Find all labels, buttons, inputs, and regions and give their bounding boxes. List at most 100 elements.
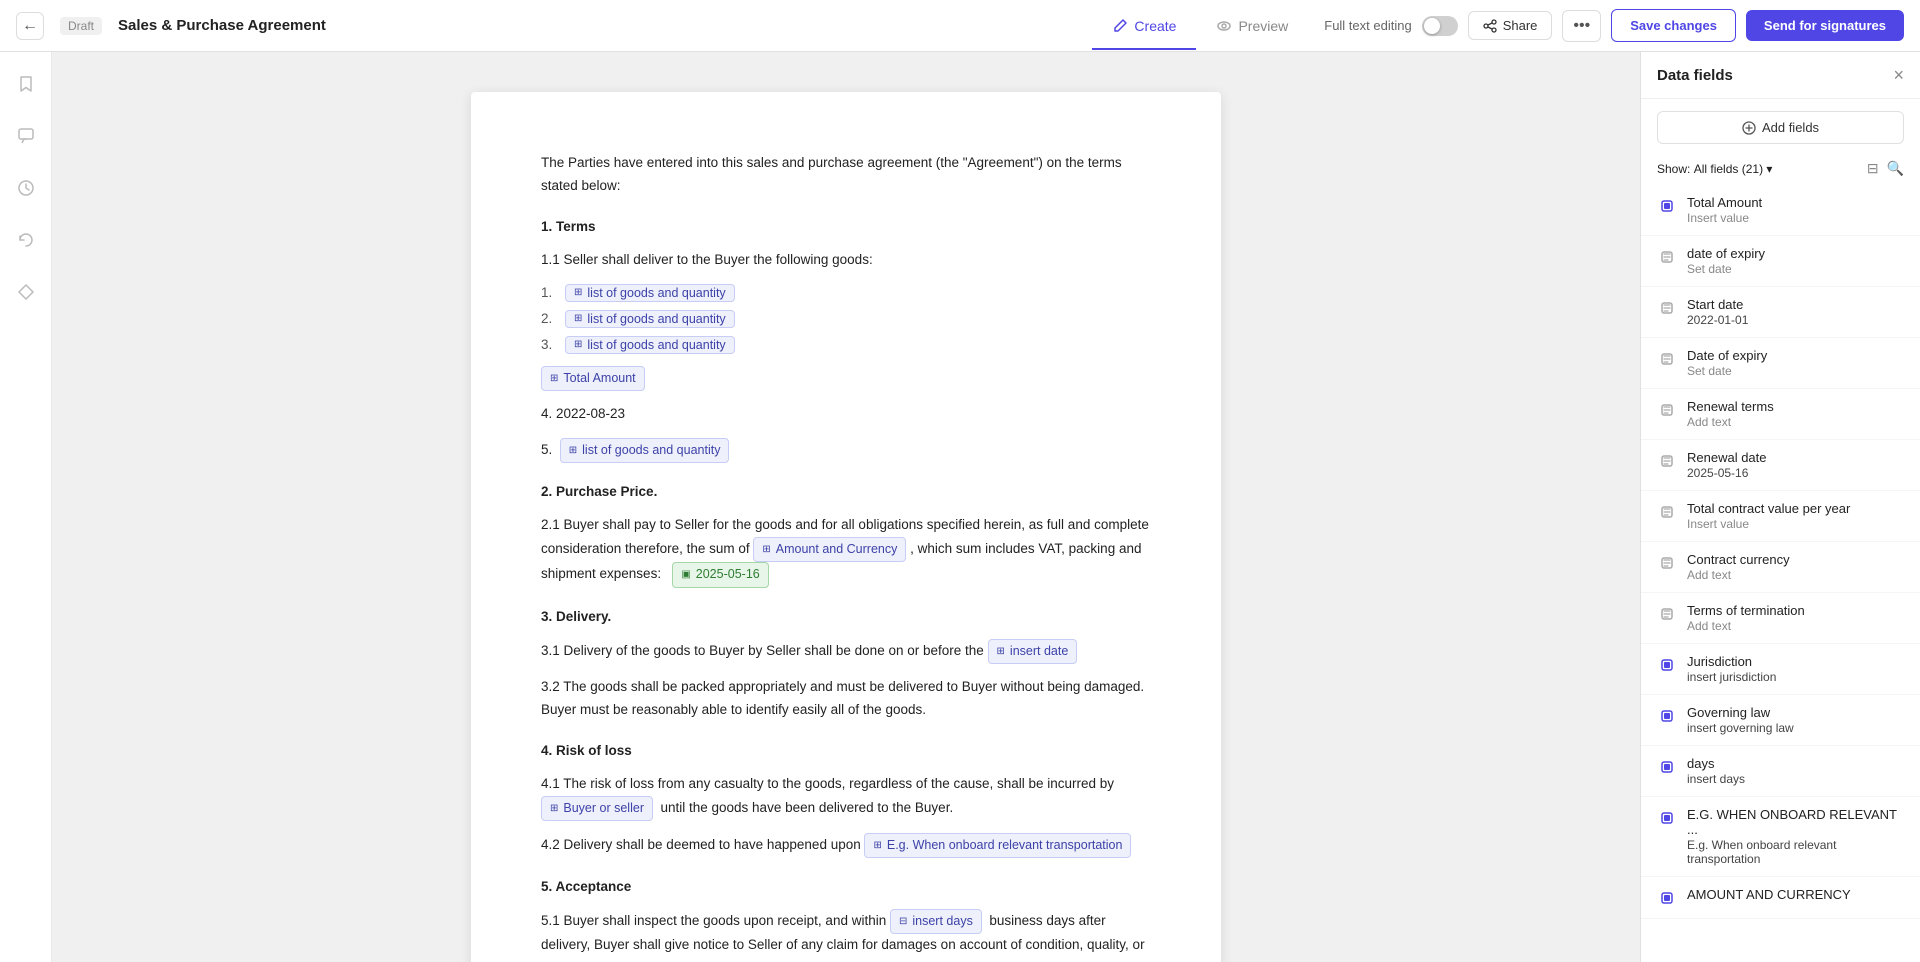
field-content: Total contract value per year Insert val… [1687,501,1904,531]
field-type-icon [1657,888,1677,908]
left-sidebar [0,52,52,962]
field-item[interactable]: days insert days [1641,746,1920,797]
filter-icon[interactable]: ⊟ [1867,160,1879,177]
show-controls: ⊟ 🔍 [1867,160,1904,177]
field-name: Total contract value per year [1687,501,1904,516]
list-item: 1. ⊞ list of goods and quantity [541,284,1151,302]
field-content: E.G. WHEN ONBOARD RELEVANT ... E.g. When… [1687,807,1904,866]
field-name: date of expiry [1687,246,1904,261]
field-item[interactable]: Renewal terms Add text [1641,389,1920,440]
share-button[interactable]: Share [1468,11,1553,40]
field-item[interactable]: Date of expiry Set date [1641,338,1920,389]
back-button[interactable]: ← [16,12,44,40]
field-type-icon [1657,451,1677,471]
field-content: Start date 2022-01-01 [1687,297,1904,327]
field-item[interactable]: Jurisdiction insert jurisdiction [1641,644,1920,695]
field-type-icon [1657,298,1677,318]
right-panel: Data fields × Add fields Show: All field… [1640,52,1920,962]
goods-field-3[interactable]: ⊞ list of goods and quantity [565,336,735,354]
goods-list: 1. ⊞ list of goods and quantity 2. ⊞ lis… [541,284,1151,354]
field-item[interactable]: Total Amount Insert value [1641,185,1920,236]
add-fields-button[interactable]: Add fields [1657,111,1904,144]
fields-list: Total Amount Insert value date of expiry… [1641,185,1920,962]
topbar: ← Draft Sales & Purchase Agreement Creat… [0,0,1920,52]
field-item[interactable]: Total contract value per year Insert val… [1641,491,1920,542]
field-item[interactable]: Start date 2022-01-01 [1641,287,1920,338]
goods-field-2[interactable]: ⊞ list of goods and quantity [565,310,735,328]
buyer-seller-field[interactable]: ⊞ Buyer or seller [541,796,653,821]
show-bar: Show: All fields (21) ▾ ⊟ 🔍 [1641,156,1920,185]
insert-date-field[interactable]: ⊞ insert date [988,639,1078,664]
field-content: date of expiry Set date [1687,246,1904,276]
amount-currency-field[interactable]: ⊞ Amount and Currency [753,537,906,562]
onboard-field[interactable]: ⊞ E.g. When onboard relevant transportat… [864,833,1131,858]
date-2025-field[interactable]: ▣ 2025-05-16 [672,562,768,587]
field-type-icon [1657,604,1677,624]
send-button[interactable]: Send for signatures [1746,10,1904,41]
field-value: 2025-05-16 [1687,466,1904,480]
field-item[interactable]: Contract currency Add text [1641,542,1920,593]
field-name: Jurisdiction [1687,654,1904,669]
bookmark-icon[interactable] [10,68,42,100]
eye-icon [1216,18,1232,34]
field-name: Start date [1687,297,1904,312]
field-name: Renewal terms [1687,399,1904,414]
add-icon [1742,121,1756,135]
history-icon[interactable] [10,224,42,256]
full-text-toggle[interactable] [1422,16,1458,36]
field-content: Governing law insert governing law [1687,705,1904,735]
field-value: Add text [1687,619,1904,633]
section-5-para-1: 5.1 Buyer shall inspect the goods upon r… [541,909,1151,962]
field-type-icon [1657,553,1677,573]
field-name: Renewal date [1687,450,1904,465]
field-type-icon [1657,349,1677,369]
field-item[interactable]: Governing law insert governing law [1641,695,1920,746]
field-name: AMOUNT AND CURRENCY [1687,887,1904,902]
field-value: Add text [1687,415,1904,429]
section-4-para-2: 4.2 Delivery shall be deemed to have hap… [541,833,1151,858]
section-3-para-2: 3.2 The goods shall be packed appropriat… [541,676,1151,722]
tab-preview[interactable]: Preview [1196,4,1308,50]
field-item[interactable]: Renewal date 2025-05-16 [1641,440,1920,491]
comment-icon[interactable] [10,120,42,152]
diamond-icon[interactable] [10,276,42,308]
date-line: 4. 2022-08-23 [541,403,1151,426]
section-3-para-1: 3.1 Delivery of the goods to Buyer by Se… [541,639,1151,664]
section-1-para-1: 1.1 Seller shall deliver to the Buyer th… [541,249,1151,272]
clock-icon[interactable] [10,172,42,204]
tab-create[interactable]: Create [1092,4,1196,50]
panel-close-button[interactable]: × [1893,66,1904,84]
pencil-icon [1112,18,1128,34]
total-amount-line: ⊞ Total Amount [541,366,1151,391]
field-content: Renewal date 2025-05-16 [1687,450,1904,480]
field-item[interactable]: Terms of termination Add text [1641,593,1920,644]
field-name: Governing law [1687,705,1904,720]
section-2-heading: 2. Purchase Price. [541,481,1151,504]
goods-field-1[interactable]: ⊞ list of goods and quantity [565,284,735,302]
field-type-icon [1657,400,1677,420]
field-name: Date of expiry [1687,348,1904,363]
goods-field-5[interactable]: ⊞ list of goods and quantity [560,438,730,463]
field-item[interactable]: date of expiry Set date [1641,236,1920,287]
field-value: Insert value [1687,517,1904,531]
field-name: Contract currency [1687,552,1904,567]
field-type-icon [1657,502,1677,522]
list-item: 2. ⊞ list of goods and quantity [541,310,1151,328]
field-content: Jurisdiction insert jurisdiction [1687,654,1904,684]
field-name: days [1687,756,1904,771]
field-value: Add text [1687,568,1904,582]
section-4-heading: 4. Risk of loss [541,740,1151,763]
more-button[interactable]: ••• [1562,10,1601,42]
full-text-label: Full text editing [1324,18,1411,33]
show-label: Show: All fields (21) ▾ [1657,162,1772,176]
field-item[interactable]: E.G. WHEN ONBOARD RELEVANT ... E.g. When… [1641,797,1920,877]
total-amount-field[interactable]: ⊞ Total Amount [541,366,645,391]
insert-days-field[interactable]: ⊟ insert days [890,909,982,934]
field-name: Total Amount [1687,195,1904,210]
panel-title: Data fields [1657,67,1733,84]
field-type-icon [1657,808,1677,828]
save-button[interactable]: Save changes [1611,9,1736,42]
field-content: AMOUNT AND CURRENCY [1687,887,1904,903]
search-fields-icon[interactable]: 🔍 [1887,160,1904,177]
field-item[interactable]: AMOUNT AND CURRENCY [1641,877,1920,919]
